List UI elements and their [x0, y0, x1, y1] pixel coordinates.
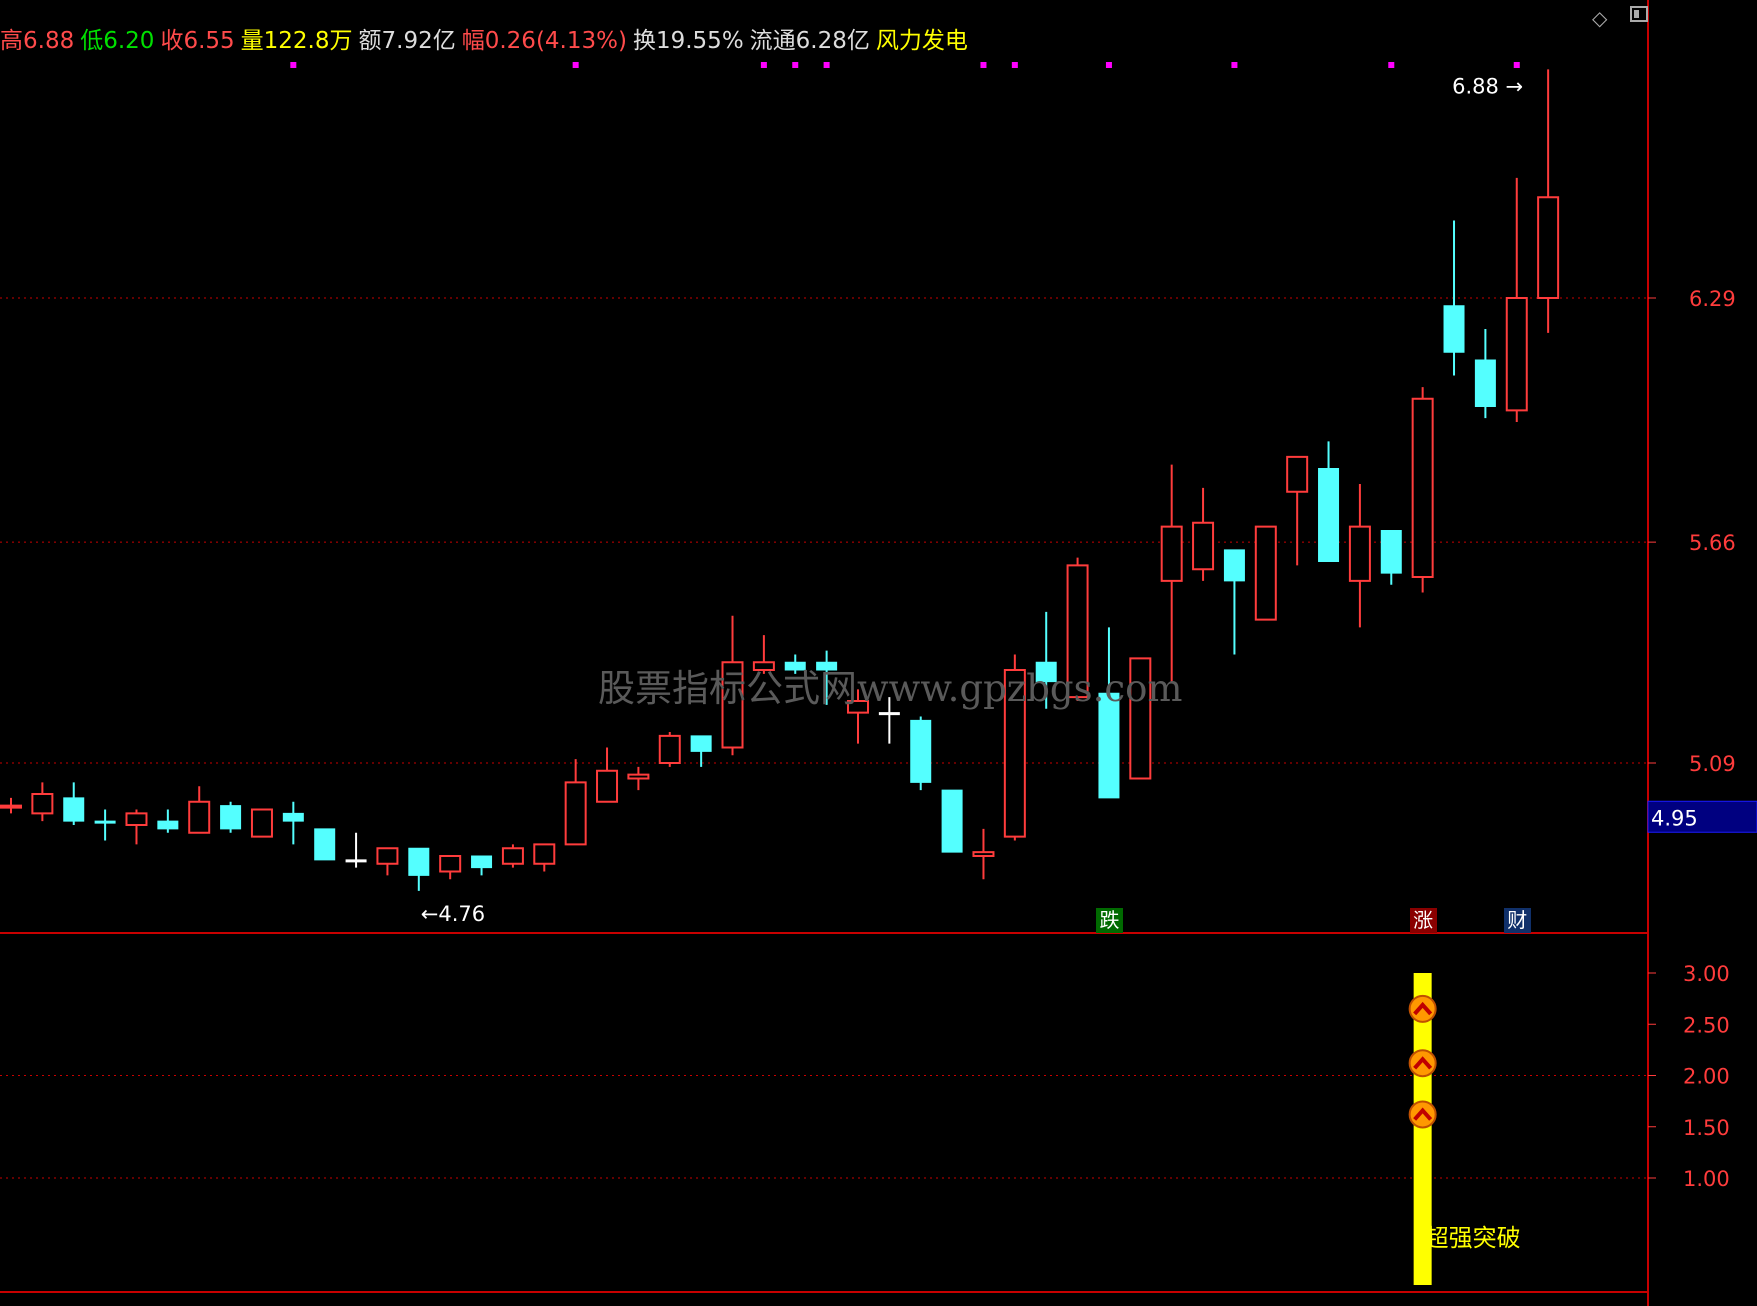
candle-body: [471, 855, 493, 869]
candle-body: [1443, 305, 1465, 353]
chevron-up-badge-icon: [1408, 994, 1437, 1023]
window-toggle-icon[interactable]: [1630, 6, 1648, 22]
y-tick-label: 5.66: [1689, 531, 1736, 555]
info-value: 6.55: [183, 28, 235, 54]
candle-body: [250, 808, 273, 838]
top-marker: [1105, 62, 1112, 68]
y-tick-label: 3.00: [1683, 962, 1730, 986]
y-tick-label: 2.00: [1683, 1065, 1730, 1089]
candle-body: [690, 735, 712, 752]
info-value: 0.26(4.13%): [484, 28, 627, 54]
info-label: 量: [240, 28, 264, 54]
candle-body: [1348, 525, 1371, 582]
candle-body: [31, 793, 54, 815]
candle-body: [941, 789, 963, 853]
candle-body: [658, 734, 681, 764]
info-label: 低: [80, 28, 104, 54]
candle-body: [564, 781, 587, 846]
tag-finance[interactable]: 财: [1503, 908, 1531, 933]
candle-body: [627, 773, 650, 780]
info-value: 7.92亿: [381, 28, 456, 54]
top-marker: [1513, 62, 1520, 68]
top-marker: [792, 62, 799, 68]
annotation-high: 6.88 →: [1452, 74, 1523, 98]
candle-body: [1223, 549, 1245, 582]
candle-body: [314, 828, 336, 861]
info-label: 高: [0, 28, 23, 54]
candles: 6.88 → ←4.76: [0, 69, 1560, 926]
top-marker: [980, 62, 987, 68]
info-value: 6.88: [23, 28, 75, 54]
top-marker: [1011, 62, 1018, 68]
signal-label: 超强突破: [1425, 1224, 1521, 1252]
top-marker: [1388, 62, 1395, 68]
chevron-up-badge-icon: [1408, 1049, 1437, 1078]
info-value: 6.28亿: [795, 28, 870, 54]
info-label: 收: [160, 28, 184, 54]
candle-body: [1318, 468, 1340, 562]
candle-body: [1505, 297, 1528, 412]
candle-body: [1380, 530, 1402, 574]
indicator-panel: 超强突破: [1408, 973, 1521, 1285]
y-tick-label: 6.29: [1689, 287, 1736, 311]
top-markers: [290, 62, 1520, 68]
annotation-low: ←4.76: [421, 902, 485, 926]
watermark: 股票指标公式网www.gpzbgs.com: [598, 667, 1183, 710]
info-label: 额: [358, 28, 382, 54]
candle-body: [972, 851, 995, 857]
candle-body: [1474, 359, 1496, 407]
top-marker: [823, 62, 830, 68]
candle-body: [188, 800, 211, 834]
info-label: 风力发电: [875, 28, 968, 54]
y-tick-label: 1.00: [1683, 1167, 1730, 1191]
candle-body: [1537, 196, 1560, 299]
candle-body: [910, 719, 932, 783]
candle-body: [1254, 525, 1277, 621]
info-label: 幅: [461, 28, 485, 54]
top-marker: [1231, 62, 1238, 68]
candle-body: [501, 847, 524, 865]
info-value: 19.55%: [655, 28, 744, 54]
candle-body: [345, 859, 367, 863]
candle-body: [878, 712, 900, 716]
candle-body: [533, 843, 556, 865]
candle-body: [282, 812, 304, 822]
candle-body: [63, 797, 85, 822]
candle-body: [596, 769, 619, 803]
current-price-label: 4.95: [1651, 806, 1698, 830]
top-marker: [760, 62, 767, 68]
price-axis: 6.29 5.66 5.09 4.95 3.00 2.50 2.00 1.50 1.00: [1647, 287, 1757, 1191]
quote-info-bar: 高6.88 低6.20 收6.55 量122.8万 额7.92亿 幅0.26(4.13%)…: [0, 26, 974, 56]
candle-body: [1286, 455, 1309, 493]
candle-body: [94, 820, 116, 824]
info-label: 流通: [749, 28, 796, 54]
tag-rise[interactable]: 涨: [1409, 908, 1437, 933]
chevron-up-badge-icon: [1408, 1100, 1437, 1129]
candle-body: [376, 847, 399, 865]
info-value: 6.20: [103, 28, 155, 54]
y-tick-label: 5.09: [1689, 752, 1736, 776]
candle-body: [1411, 397, 1434, 578]
candle-body: [1192, 521, 1215, 571]
y-tick-label: 1.50: [1683, 1116, 1730, 1140]
diamond-icon[interactable]: ◇: [1592, 6, 1607, 30]
tag-fall[interactable]: 跌: [1095, 908, 1123, 933]
y-tick-label: 2.50: [1683, 1013, 1730, 1037]
top-marker: [290, 62, 297, 68]
candle-body: [408, 847, 430, 876]
candle-body: [157, 820, 179, 830]
candle-body: [0, 804, 22, 809]
candle-body: [125, 812, 148, 826]
stock-chart: 6.88 → ←4.76 超强突破 6.29 5.66 5.09 4.95 3.00 2.5…: [0, 0, 1757, 1306]
candle-body: [220, 805, 242, 830]
grid-lines: [0, 0, 1649, 1306]
info-value: 122.8万: [263, 28, 353, 54]
candle-body: [1160, 525, 1183, 582]
info-label: 换: [632, 28, 656, 54]
candle-body: [439, 855, 462, 873]
top-marker: [572, 62, 579, 68]
